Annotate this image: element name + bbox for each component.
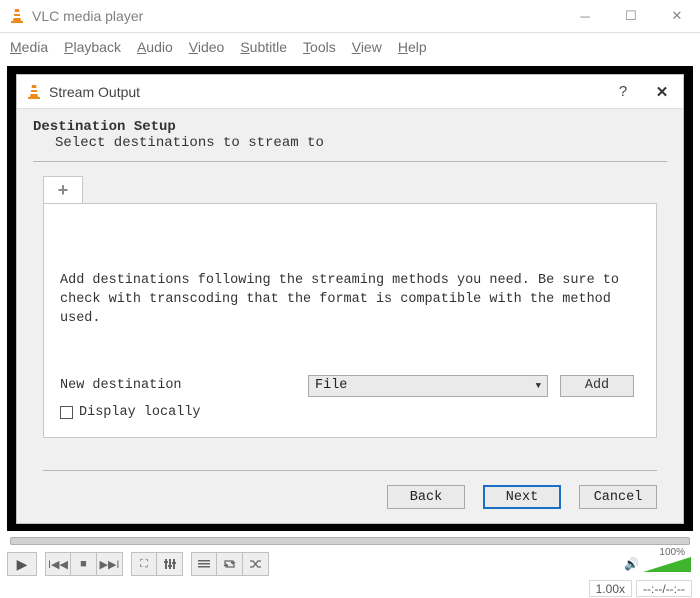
volume-label: 100% [659,547,685,558]
display-locally-label: Display locally [79,405,201,420]
menubar: Media Playback Audio Video Subtitle Tool… [0,33,700,61]
divider [43,470,657,471]
shuffle-button[interactable] [243,552,269,576]
speaker-icon: 🔊 [624,557,639,571]
cancel-button[interactable]: Cancel [579,485,657,509]
control-row: ▶ I◀◀ ■ ▶▶I ⛶ 100% 🔊 [7,549,693,579]
seek-track [10,537,690,545]
menu-playback[interactable]: Playback [64,39,121,55]
menu-media[interactable]: Media [10,39,48,55]
close-window-button[interactable]: ✕ [654,0,700,32]
destination-select-value: File [315,378,347,393]
maximize-button[interactable]: ☐ [608,0,654,32]
next-button[interactable]: ▶▶I [97,552,123,576]
video-area: Stream Output ? ✕ Destination Setup Sele… [7,66,693,531]
display-locally-checkbox[interactable] [60,406,73,419]
dialog-button-row: Back Next Cancel [43,485,657,509]
vlc-cone-icon [27,84,41,100]
destination-row: New destination File ▼ Add [60,375,640,397]
add-tab-button[interactable]: + [43,176,83,203]
titlebar: VLC media player ─ ☐ ✕ [0,0,700,33]
menu-audio[interactable]: Audio [137,39,173,55]
playback-speed[interactable]: 1.00x [589,580,632,597]
back-button[interactable]: Back [387,485,465,509]
seek-bar[interactable] [7,534,693,548]
dialog-close-button[interactable]: ✕ [641,83,683,101]
tab-page: Add destinations following the streaming… [43,203,657,438]
display-locally-row: Display locally [60,405,640,420]
dialog-subheading: Select destinations to stream to [55,135,667,151]
new-destination-label: New destination [60,378,308,393]
vlc-cone-icon [10,8,24,24]
dialog-header: Destination Setup Select destinations to… [17,109,683,157]
help-button[interactable]: ? [605,83,641,100]
dialog-body: + Add destinations following the streami… [17,162,683,466]
dialog-heading: Destination Setup [33,119,667,135]
dialog-footer: Back Next Cancel [17,466,683,523]
volume-slider[interactable] [643,557,691,572]
extended-settings-button[interactable] [157,552,183,576]
menu-subtitle[interactable]: Subtitle [240,39,287,55]
dialog-title: Stream Output [49,84,605,100]
tab-strip: + [43,176,657,203]
view-group: ⛶ [131,552,183,576]
add-button[interactable]: Add [560,375,634,397]
window-buttons: ─ ☐ ✕ [562,0,700,32]
minimize-button[interactable]: ─ [562,0,608,32]
dialog-titlebar: Stream Output ? ✕ [17,75,683,109]
stop-button[interactable]: ■ [71,552,97,576]
playlist-button[interactable] [191,552,217,576]
stream-output-dialog: Stream Output ? ✕ Destination Setup Sele… [16,74,684,524]
menu-tools[interactable]: Tools [303,39,336,55]
window-title: VLC media player [32,8,562,24]
status-bar: 1.00x --:--/--:-- [0,579,700,598]
playback-group: I◀◀ ■ ▶▶I [45,552,123,576]
chevron-down-icon: ▼ [536,381,541,391]
destination-select[interactable]: File ▼ [308,375,548,397]
menu-help[interactable]: Help [398,39,427,55]
loop-button[interactable] [217,552,243,576]
volume-control[interactable]: 100% 🔊 [624,557,691,572]
fullscreen-button[interactable]: ⛶ [131,552,157,576]
player-controls: ▶ I◀◀ ■ ▶▶I ⛶ 100% 🔊 [7,534,693,579]
instruction-text: Add destinations following the streaming… [60,272,640,329]
menu-view[interactable]: View [352,39,382,55]
time-display: --:--/--:-- [636,580,692,597]
next-button[interactable]: Next [483,485,561,509]
menu-video[interactable]: Video [189,39,225,55]
previous-button[interactable]: I◀◀ [45,552,71,576]
playlist-group [191,552,269,576]
play-button[interactable]: ▶ [7,552,37,576]
